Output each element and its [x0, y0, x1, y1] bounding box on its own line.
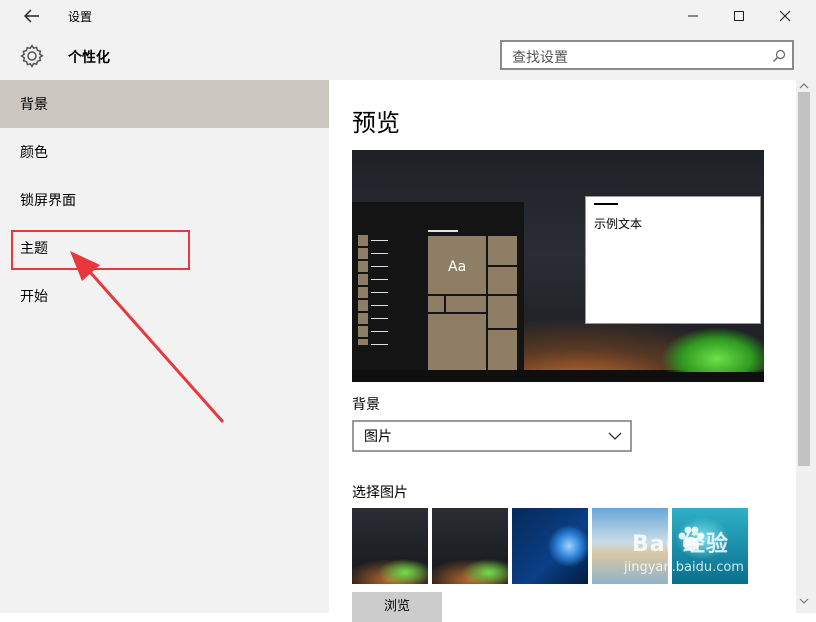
preview-tile[interactable]: [488, 267, 517, 294]
preview-tile[interactable]: [446, 296, 486, 312]
search-box[interactable]: 查找设置: [500, 40, 794, 70]
sidebar-item-label: 锁屏界面: [20, 193, 76, 209]
preview-app-list: [358, 235, 388, 345]
preview-tile-label: Aa: [448, 259, 467, 275]
browse-button-label: 浏览: [383, 599, 410, 614]
annotation-arrow-icon: [70, 251, 225, 423]
preview-tent: [662, 328, 764, 372]
sidebar-item-colors[interactable]: 颜色: [0, 128, 329, 176]
choose-picture-label: 选择图片: [352, 485, 408, 501]
sidebar-item-label: 背景: [20, 97, 48, 113]
scroll-up-icon[interactable]: [799, 82, 809, 90]
background-dropdown-value: 图片: [364, 429, 392, 445]
background-preview: Aa 示例文本: [352, 150, 764, 382]
picture-thumbnail-2[interactable]: [432, 508, 508, 584]
sidebar-item-label: 颜色: [20, 145, 48, 161]
preview-tile[interactable]: [428, 296, 444, 312]
close-button[interactable]: [762, 0, 808, 32]
minimize-button[interactable]: [670, 0, 716, 32]
browse-button[interactable]: 浏览: [352, 592, 442, 622]
sample-text: 示例文本: [594, 217, 643, 231]
page-title: 个性化: [68, 50, 110, 66]
sidebar-item-lock-screen[interactable]: 锁屏界面: [0, 176, 329, 224]
scrollbar-thumb[interactable]: [798, 92, 810, 466]
back-arrow-icon: [24, 9, 39, 23]
preview-menu-header-line: [428, 230, 458, 232]
gear-icon: [19, 43, 45, 73]
background-dropdown[interactable]: 图片: [352, 420, 632, 452]
preview-heading: 预览: [352, 109, 400, 137]
preview-tile[interactable]: [488, 236, 517, 265]
picture-thumbnail-1[interactable]: [352, 508, 428, 584]
sidebar-item-label: 开始: [20, 289, 48, 305]
watermark-url: jingyan.baidu.com: [624, 560, 744, 575]
preview-sample-window: 示例文本: [585, 196, 761, 324]
watermark-text: Bai 经验: [632, 532, 729, 557]
background-label: 背景: [352, 397, 380, 413]
preview-tile[interactable]: [488, 296, 517, 328]
close-icon: [779, 10, 791, 22]
maximize-button[interactable]: [716, 0, 762, 32]
maximize-icon: [734, 11, 744, 21]
minimize-icon: [688, 15, 698, 17]
back-button[interactable]: [14, 0, 50, 32]
sidebar-item-background[interactable]: 背景: [0, 80, 329, 128]
sample-window-line: [594, 203, 618, 205]
scroll-down-icon[interactable]: [799, 597, 809, 605]
preview-tile[interactable]: [488, 330, 517, 370]
search-icon[interactable]: [772, 49, 786, 63]
search-input[interactable]: 查找设置: [512, 47, 568, 67]
watermark: Bai 经验 jingyan.baidu.com: [618, 520, 778, 580]
preview-tile-wide[interactable]: [428, 314, 486, 370]
picture-thumbnail-3[interactable]: [512, 508, 588, 584]
window-title: 设置: [68, 10, 93, 24]
chevron-down-icon: [608, 432, 622, 440]
